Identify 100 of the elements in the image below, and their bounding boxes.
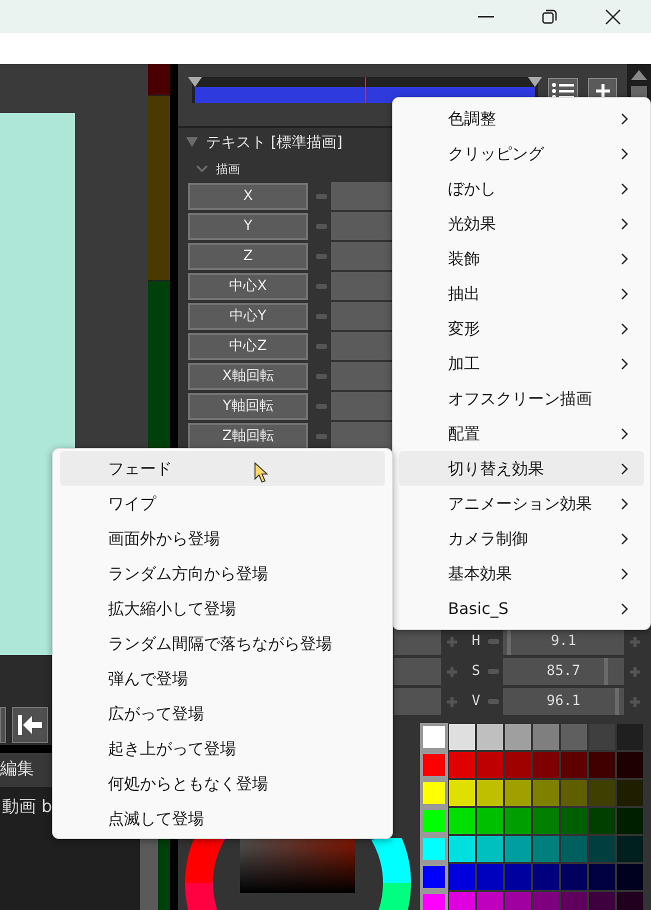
color-swatch[interactable] bbox=[504, 863, 532, 891]
minus-icon[interactable] bbox=[316, 224, 327, 228]
menu-item[interactable]: 光効果 bbox=[399, 206, 644, 241]
color-swatch[interactable] bbox=[588, 723, 616, 751]
color-swatch[interactable] bbox=[616, 779, 644, 807]
plus-icon[interactable] bbox=[446, 666, 458, 678]
value-field[interactable] bbox=[331, 272, 393, 300]
parameter-button[interactable]: 中心Y bbox=[188, 302, 308, 330]
minus-icon[interactable] bbox=[488, 639, 499, 644]
value-field[interactable] bbox=[394, 658, 441, 685]
color-swatch[interactable] bbox=[560, 863, 588, 891]
menu-item[interactable]: 弾んで登場 bbox=[60, 661, 385, 696]
menu-item[interactable]: 配置 bbox=[399, 416, 644, 451]
color-swatch[interactable] bbox=[420, 807, 448, 835]
color-swatch[interactable] bbox=[588, 779, 616, 807]
menu-item[interactable]: 起き上がって登場 bbox=[60, 731, 385, 766]
color-swatch[interactable] bbox=[588, 751, 616, 779]
minus-icon[interactable] bbox=[488, 669, 499, 674]
color-swatch[interactable] bbox=[616, 751, 644, 779]
minus-icon[interactable] bbox=[316, 404, 327, 408]
plus-icon[interactable] bbox=[629, 696, 641, 708]
menu-item[interactable]: 点滅して登場 bbox=[60, 801, 385, 836]
close-icon[interactable] bbox=[605, 8, 621, 24]
color-swatch[interactable] bbox=[420, 723, 448, 751]
parameter-button[interactable]: X bbox=[188, 182, 308, 210]
value-field[interactable] bbox=[331, 212, 393, 240]
color-swatch[interactable] bbox=[504, 835, 532, 863]
color-swatch[interactable] bbox=[588, 807, 616, 835]
menu-item[interactable]: カメラ制御 bbox=[399, 521, 644, 556]
restore-icon[interactable] bbox=[542, 9, 557, 24]
minus-icon[interactable] bbox=[488, 699, 499, 704]
color-swatch[interactable] bbox=[448, 779, 476, 807]
color-swatch[interactable] bbox=[616, 807, 644, 835]
color-swatch[interactable] bbox=[616, 863, 644, 891]
collapse-triangle-icon[interactable] bbox=[186, 137, 198, 147]
value-field[interactable] bbox=[331, 392, 393, 420]
minus-icon[interactable] bbox=[316, 254, 327, 258]
color-swatch[interactable] bbox=[504, 807, 532, 835]
color-swatch[interactable] bbox=[560, 723, 588, 751]
color-swatch[interactable] bbox=[532, 835, 560, 863]
value-field[interactable] bbox=[331, 362, 393, 390]
minus-icon[interactable] bbox=[316, 194, 327, 198]
parameter-button[interactable]: 中心X bbox=[188, 272, 308, 300]
color-swatch[interactable] bbox=[448, 835, 476, 863]
menu-item[interactable]: 画面外から登場 bbox=[60, 521, 385, 556]
parameter-button[interactable]: 中心Z bbox=[188, 332, 308, 360]
value-field[interactable] bbox=[331, 242, 393, 270]
plus-icon[interactable] bbox=[446, 636, 458, 648]
slider-thumb[interactable] bbox=[615, 688, 620, 715]
color-swatch[interactable] bbox=[616, 835, 644, 863]
minus-icon[interactable] bbox=[316, 284, 327, 288]
color-swatch[interactable] bbox=[560, 835, 588, 863]
color-swatch[interactable] bbox=[448, 723, 476, 751]
channel-slider[interactable]: 9.1 bbox=[503, 628, 624, 655]
color-swatch[interactable] bbox=[420, 863, 448, 891]
color-swatch[interactable] bbox=[448, 863, 476, 891]
menu-item[interactable]: 装飾 bbox=[399, 241, 644, 276]
group-title[interactable]: 描画 bbox=[216, 160, 240, 178]
menu-item[interactable]: ワイプ bbox=[60, 486, 385, 521]
collapse-chevron-icon[interactable] bbox=[196, 164, 208, 172]
color-swatch[interactable] bbox=[448, 807, 476, 835]
color-swatch[interactable] bbox=[476, 835, 504, 863]
menu-item[interactable]: ぼかし bbox=[399, 171, 644, 206]
menu-item[interactable]: フェード bbox=[60, 451, 385, 486]
color-swatch[interactable] bbox=[420, 779, 448, 807]
color-swatch[interactable] bbox=[476, 863, 504, 891]
channel-slider[interactable]: 85.7 bbox=[503, 658, 624, 685]
edit-tab[interactable]: 編集 bbox=[0, 757, 34, 783]
color-swatch[interactable] bbox=[532, 723, 560, 751]
color-swatch[interactable] bbox=[476, 807, 504, 835]
menu-item[interactable]: 切り替え効果 bbox=[399, 451, 644, 486]
color-swatch[interactable] bbox=[560, 751, 588, 779]
parameter-button[interactable]: Y bbox=[188, 212, 308, 240]
color-swatch[interactable] bbox=[532, 779, 560, 807]
plus-icon[interactable] bbox=[446, 696, 458, 708]
menu-item[interactable]: ランダム方向から登場 bbox=[60, 556, 385, 591]
parameter-button[interactable]: Z軸回転 bbox=[188, 422, 308, 450]
menu-item[interactable]: 色調整 bbox=[399, 101, 644, 136]
start-marker-icon[interactable] bbox=[188, 77, 202, 87]
minus-icon[interactable] bbox=[316, 314, 327, 318]
plus-icon[interactable] bbox=[629, 666, 641, 678]
minus-icon[interactable] bbox=[316, 374, 327, 378]
menu-item[interactable]: 加工 bbox=[399, 346, 644, 381]
scroll-up-icon[interactable] bbox=[631, 70, 647, 80]
color-swatch[interactable] bbox=[532, 807, 560, 835]
color-swatch[interactable] bbox=[476, 751, 504, 779]
channel-slider[interactable]: 96.1 bbox=[503, 688, 624, 715]
value-field[interactable] bbox=[331, 182, 393, 210]
value-field[interactable] bbox=[394, 688, 441, 715]
slider-thumb[interactable] bbox=[604, 658, 608, 685]
menu-item[interactable]: クリッピング bbox=[399, 136, 644, 171]
color-swatch[interactable] bbox=[504, 779, 532, 807]
value-field[interactable] bbox=[331, 302, 393, 330]
color-swatch[interactable] bbox=[420, 751, 448, 779]
menu-item[interactable]: 変形 bbox=[399, 311, 644, 346]
menu-item[interactable]: 広がって登場 bbox=[60, 696, 385, 731]
color-swatch[interactable] bbox=[420, 835, 448, 863]
menu-item[interactable]: オフスクリーン描画 bbox=[399, 381, 644, 416]
parameter-button[interactable]: X軸回転 bbox=[188, 362, 308, 390]
skip-to-start-button[interactable] bbox=[12, 707, 48, 743]
